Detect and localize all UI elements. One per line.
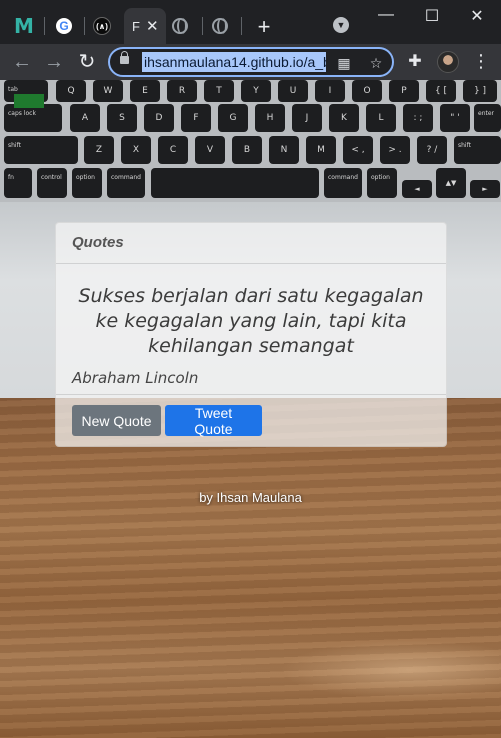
key: shift bbox=[454, 136, 501, 164]
key: shift bbox=[4, 136, 78, 164]
key: ? / bbox=[417, 136, 447, 164]
key: I bbox=[315, 80, 345, 102]
spacebar bbox=[151, 168, 319, 198]
key: fn bbox=[4, 168, 32, 198]
key: T bbox=[204, 80, 234, 102]
key: P bbox=[389, 80, 419, 102]
caps-lock-green-highlight bbox=[14, 94, 44, 108]
key: R bbox=[167, 80, 197, 102]
key: ◄ bbox=[402, 180, 432, 198]
page-viewport: tab Q W E R T Y U I O P { [ } ] caps loc… bbox=[0, 80, 501, 738]
key: V bbox=[195, 136, 225, 164]
key: caps lock bbox=[4, 104, 62, 132]
key: } ] bbox=[463, 80, 497, 102]
key: N bbox=[269, 136, 299, 164]
tab-title: F bbox=[132, 18, 140, 34]
key: M bbox=[306, 136, 336, 164]
key: H bbox=[255, 104, 285, 132]
bookmark-star-icon[interactable]: ☆ bbox=[366, 53, 386, 73]
kebab-menu-icon[interactable]: ⋮ bbox=[472, 52, 490, 72]
medium-m-icon: M bbox=[14, 14, 34, 38]
key: G bbox=[218, 104, 248, 132]
key: L bbox=[366, 104, 396, 132]
key: Z bbox=[84, 136, 114, 164]
google-g-icon: G bbox=[56, 18, 72, 34]
new-tab-button[interactable]: + bbox=[254, 14, 274, 40]
key: " ' bbox=[440, 104, 470, 132]
quote-text: Sukses berjalan dari satu kegagalan ke k… bbox=[78, 285, 424, 357]
key: X bbox=[121, 136, 151, 164]
key: { [ bbox=[426, 80, 456, 102]
quote-author: Abraham Lincoln bbox=[72, 369, 199, 387]
back-arrow-icon[interactable]: ← bbox=[10, 50, 34, 74]
key: < , bbox=[343, 136, 373, 164]
globe-icon bbox=[212, 18, 228, 34]
extensions-puzzle-icon[interactable]: ✚ bbox=[405, 52, 425, 72]
key: K bbox=[329, 104, 359, 132]
key: : ; bbox=[403, 104, 433, 132]
key: command bbox=[107, 168, 145, 198]
key: A bbox=[70, 104, 100, 132]
key: command bbox=[324, 168, 362, 198]
qr-code-icon[interactable]: ▦ bbox=[334, 53, 354, 73]
globe-icon bbox=[172, 18, 188, 34]
key: U bbox=[278, 80, 308, 102]
quote-card-header: Quotes bbox=[56, 223, 446, 264]
tab-search-button[interactable]: ▼ bbox=[333, 17, 349, 33]
tab-freecodecamp[interactable]: (∧) bbox=[84, 10, 120, 42]
forward-arrow-icon[interactable]: → bbox=[42, 50, 66, 74]
key: B bbox=[232, 136, 262, 164]
minimize-button[interactable]: — bbox=[374, 6, 398, 24]
key: C bbox=[158, 136, 188, 164]
profile-avatar[interactable] bbox=[437, 51, 459, 73]
key: J bbox=[292, 104, 322, 132]
tab-separator bbox=[241, 17, 242, 35]
new-quote-button[interactable]: New Quote bbox=[72, 405, 161, 436]
quote-card-footer: New Quote Tweet Quote bbox=[56, 394, 446, 446]
tab-active[interactable]: F ✕ bbox=[124, 8, 166, 44]
url-text[interactable]: ihsanmaulana14.github.io/a_b bbox=[142, 52, 326, 72]
tab-globe-1[interactable] bbox=[162, 10, 198, 42]
key: D bbox=[144, 104, 174, 132]
tab-globe-2[interactable] bbox=[202, 10, 238, 42]
browser-toolbar: ← → ↻ ihsanmaulana14.github.io/a_b ▦ ☆ ✚… bbox=[0, 44, 501, 80]
address-bar[interactable]: ihsanmaulana14.github.io/a_b ▦ ☆ bbox=[108, 47, 394, 77]
maximize-button[interactable]: ☐ bbox=[420, 6, 444, 26]
tweet-quote-button[interactable]: Tweet Quote bbox=[165, 405, 262, 437]
reload-icon[interactable]: ↻ bbox=[75, 50, 99, 74]
tab-separator bbox=[44, 17, 45, 35]
tab-google[interactable]: G bbox=[46, 10, 82, 42]
quote-card: Quotes Sukses berjalan dari satu kegagal… bbox=[55, 222, 447, 447]
key: Y bbox=[241, 80, 271, 102]
lock-icon[interactable] bbox=[120, 51, 129, 64]
key: option bbox=[72, 168, 102, 198]
key: Q bbox=[56, 80, 86, 102]
tab-medium[interactable]: M bbox=[6, 10, 42, 42]
key: W bbox=[93, 80, 123, 102]
key: ▲▼ bbox=[436, 168, 466, 198]
background-keyboard-photo: tab Q W E R T Y U I O P { [ } ] caps loc… bbox=[0, 80, 501, 202]
close-tab-icon[interactable]: ✕ bbox=[146, 17, 159, 35]
close-window-button[interactable]: ✕ bbox=[465, 6, 489, 26]
key: control bbox=[37, 168, 67, 198]
key: F bbox=[181, 104, 211, 132]
key: enter bbox=[474, 104, 501, 132]
key: O bbox=[352, 80, 382, 102]
key: option bbox=[367, 168, 397, 198]
tab-strip: M G (∧) F ✕ + ▼ — ☐ ✕ bbox=[0, 0, 501, 44]
key: S bbox=[107, 104, 137, 132]
key: > . bbox=[380, 136, 410, 164]
freecodecamp-icon: (∧) bbox=[93, 17, 111, 35]
wood-light-streak bbox=[280, 640, 501, 700]
key: ► bbox=[470, 180, 500, 198]
author-byline: by Ihsan Maulana bbox=[199, 490, 302, 505]
key: E bbox=[130, 80, 160, 102]
